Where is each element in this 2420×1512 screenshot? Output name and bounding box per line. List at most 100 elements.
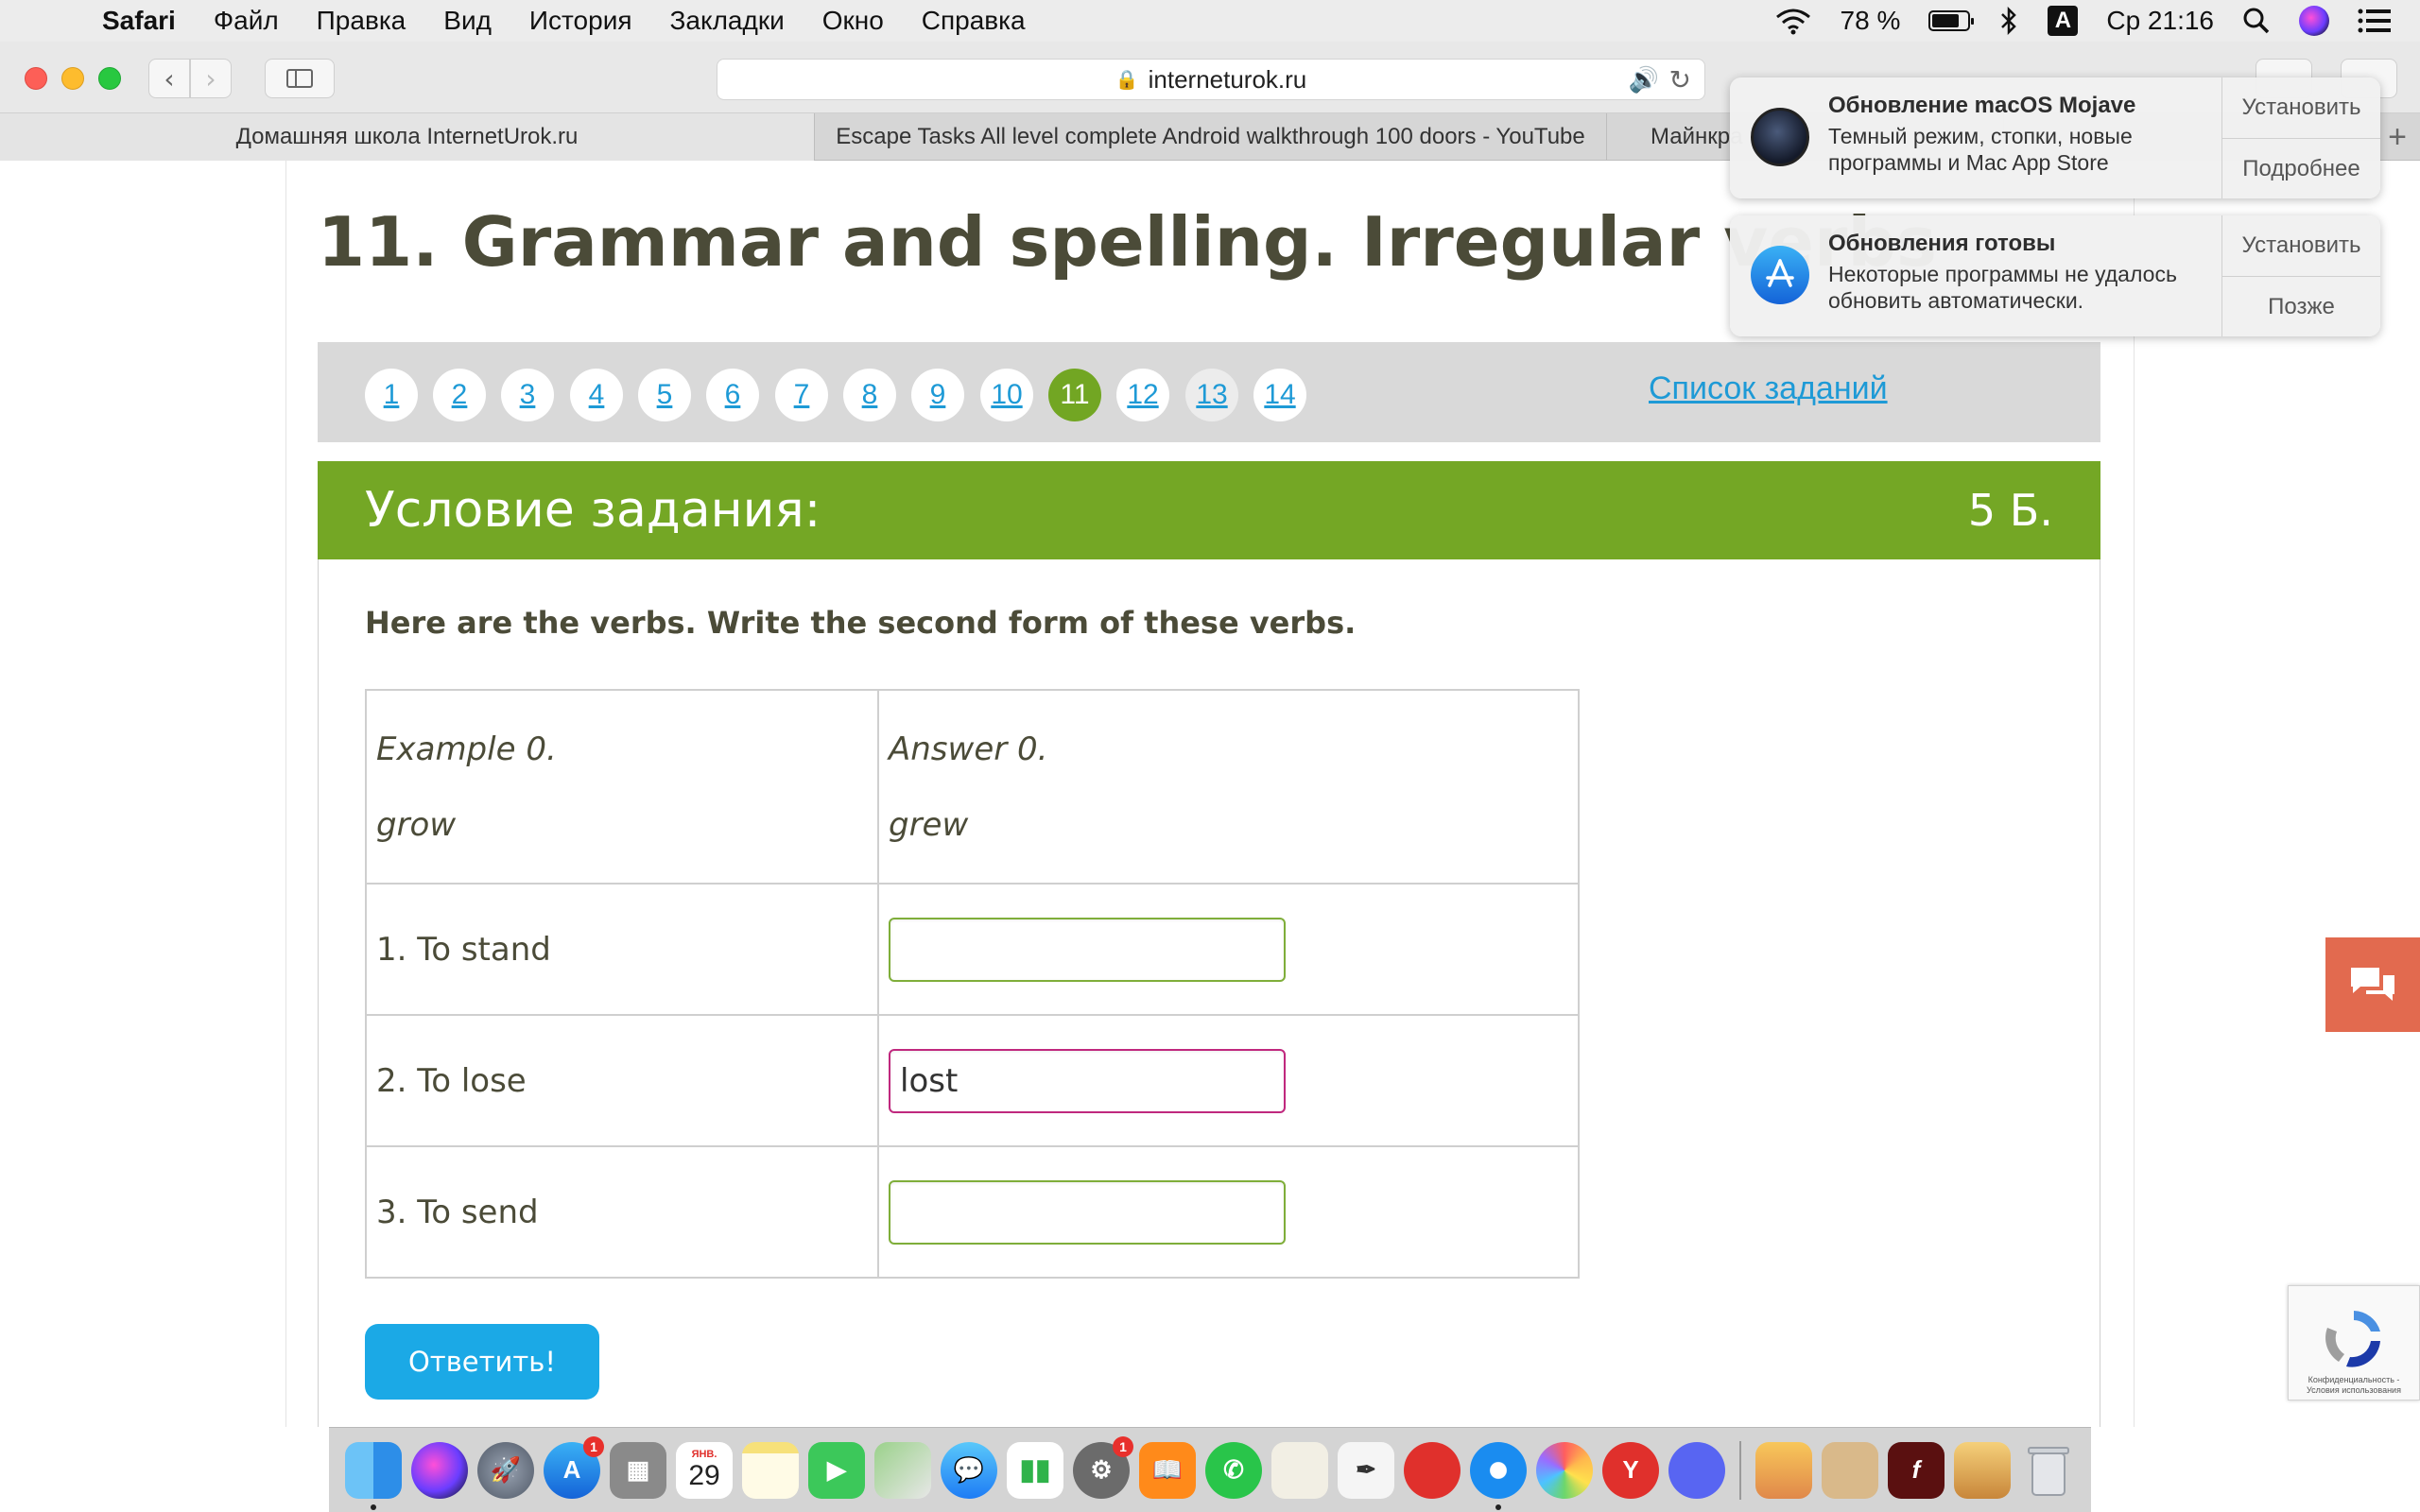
calendar-icon[interactable]: ЯНВ. 29 [676,1441,733,1499]
tab-youtube[interactable]: Escape Tasks All level complete Android … [815,113,1607,161]
archive-utility-icon[interactable] [1822,1441,1878,1499]
menu-file[interactable]: Файл [214,6,279,36]
answer-input-1[interactable] [889,917,1286,982]
numbers-icon[interactable]: ▮▮ [1007,1441,1063,1499]
flash-player-icon[interactable]: f [1888,1441,1945,1499]
facetime-icon[interactable]: ▶ [808,1441,865,1499]
books-icon[interactable]: 📖 [1139,1441,1196,1499]
safari-icon[interactable] [1470,1441,1527,1510]
sidebar-toggle-button[interactable] [265,59,335,98]
keyboard-layout-icon[interactable]: A [2048,6,2079,36]
install-button[interactable]: Установить [2222,215,2380,276]
minimize-window-button[interactable] [61,67,84,90]
address-bar[interactable]: 🔒 interneturok.ru 🔊 ↻ [717,59,1705,100]
maps-icon[interactable] [874,1441,931,1499]
downloads-stack-icon[interactable] [1954,1441,2011,1499]
example-answer: grew [889,805,969,844]
menu-view[interactable]: Вид [443,6,492,36]
answer-input-3[interactable] [889,1179,1286,1245]
task-link-11-current[interactable]: 11 [1048,369,1101,421]
task-link-2[interactable]: 2 [433,369,486,421]
table-row: 2. To lose [365,1014,1580,1147]
points-badge: 5 Б. [1967,485,2053,536]
spotlight-icon[interactable] [2242,7,2271,35]
forward-button[interactable]: › [190,59,232,98]
task-link-8[interactable]: 8 [843,369,896,421]
task-list-link[interactable]: Список заданий [1649,370,1888,407]
messages-icon[interactable]: 💬 [941,1441,997,1499]
calendar-day: 29 [688,1459,720,1491]
menu-edit[interactable]: Правка [317,6,406,36]
trash-icon[interactable] [2020,1442,2077,1499]
back-button[interactable]: ‹ [148,59,190,98]
notification-actions: Установить Позже [2221,215,2380,336]
launchpad-icon[interactable]: 🚀 [477,1441,534,1499]
textedit-icon[interactable] [1271,1441,1328,1499]
task-link-5[interactable]: 5 [638,369,691,421]
game-app-icon[interactable] [1755,1441,1812,1499]
menu-help[interactable]: Справка [922,6,1026,36]
bluetooth-icon[interactable] [1998,7,2019,35]
menu-history[interactable]: История [529,6,632,36]
task-link-6[interactable]: 6 [706,369,759,421]
recaptcha-badge[interactable]: Конфиденциальность - Условия использован… [2288,1285,2420,1400]
discord-icon[interactable] [1668,1441,1725,1499]
task-link-13[interactable]: 13 [1185,369,1238,421]
tab-label: Майнкра [1651,124,1743,149]
task-link-7[interactable]: 7 [775,369,828,421]
reload-icon[interactable]: ↻ [1669,64,1691,95]
answer-input-2[interactable] [889,1048,1286,1113]
menu-window[interactable]: Окно [822,6,884,36]
task-link-10[interactable]: 10 [980,369,1033,421]
notification-mojave[interactable]: Обновление macOS Mojave Темный режим, ст… [1730,77,2380,198]
notification-body: Темный режим, стопки, новые программы и … [1828,124,2133,175]
task-link-1[interactable]: 1 [365,369,418,421]
wifi-icon[interactable] [1774,7,1812,35]
task-link-12[interactable]: 12 [1116,369,1169,421]
tab-interneturok[interactable]: Домашняя школа InternetUrok.ru [0,113,815,161]
install-button[interactable]: Установить [2222,77,2380,138]
dock: 🚀 A1 ▦ ЯНВ. 29 ▶ 💬 ▮▮ ⚙ 1 📖 ✆ ✒ Y f [329,1427,2091,1512]
lock-icon: 🔒 [1115,69,1139,91]
task-link-14[interactable]: 14 [1253,369,1306,421]
task-link-3[interactable]: 3 [501,369,554,421]
clock[interactable]: Ср 21:16 [2106,6,2214,36]
system-preferences-icon[interactable]: ⚙ 1 [1073,1435,1133,1499]
later-button[interactable]: Позже [2222,276,2380,336]
yandex-browser-icon[interactable]: Y [1602,1441,1659,1499]
close-window-button[interactable] [25,67,47,90]
recaptcha-privacy-text[interactable]: Конфиденциальность - Условия использован… [2289,1375,2419,1400]
bar-chart-icon: ▮▮ [1019,1454,1051,1486]
siri-icon[interactable] [2299,6,2329,36]
fullscreen-window-button[interactable] [98,67,121,90]
calculator-icon[interactable]: ▦ [610,1441,666,1499]
example-cell: Example 0. grow [365,689,879,885]
details-button[interactable]: Подробнее [2222,138,2380,198]
red-app-icon[interactable] [1404,1441,1461,1499]
whatsapp-icon[interactable]: ✆ [1205,1441,1262,1499]
battery-icon[interactable] [1928,10,1975,31]
speaker-icon[interactable]: 🔊 [1629,65,1659,94]
photos-icon[interactable] [1536,1441,1593,1499]
menu-safari[interactable]: Safari [102,6,176,36]
tab-label: Escape Tasks All level complete Android … [836,124,1585,149]
task-instructions: Here are the verbs. Write the second for… [365,605,1357,641]
finder-icon[interactable] [345,1441,402,1510]
siri-dock-icon[interactable] [411,1441,468,1499]
notes-icon[interactable] [742,1441,799,1499]
answer-cell-1 [877,883,1580,1016]
chat-button[interactable] [2325,937,2420,1032]
notification-title: Обновления готовы [1828,231,2056,256]
task-link-9[interactable]: 9 [911,369,964,421]
tab-label: Домашняя школа InternetUrok.ru [235,124,579,149]
chevron-right-icon: › [205,62,216,94]
new-tab-icon[interactable]: + [2388,119,2407,156]
verbs-table: Example 0. grow Answer 0. grew 1. To sta… [365,689,1580,1279]
submit-answer-button[interactable]: Ответить! [365,1324,599,1400]
task-link-4[interactable]: 4 [570,369,623,421]
script-editor-icon[interactable]: ✒ [1338,1441,1394,1499]
app-store-dock-icon[interactable]: A1 [544,1435,604,1499]
notification-updates-ready[interactable]: Обновления готовы Некоторые программы не… [1730,215,2380,336]
menu-bookmarks[interactable]: Закладки [670,6,785,36]
notification-center-icon[interactable] [2358,8,2392,34]
